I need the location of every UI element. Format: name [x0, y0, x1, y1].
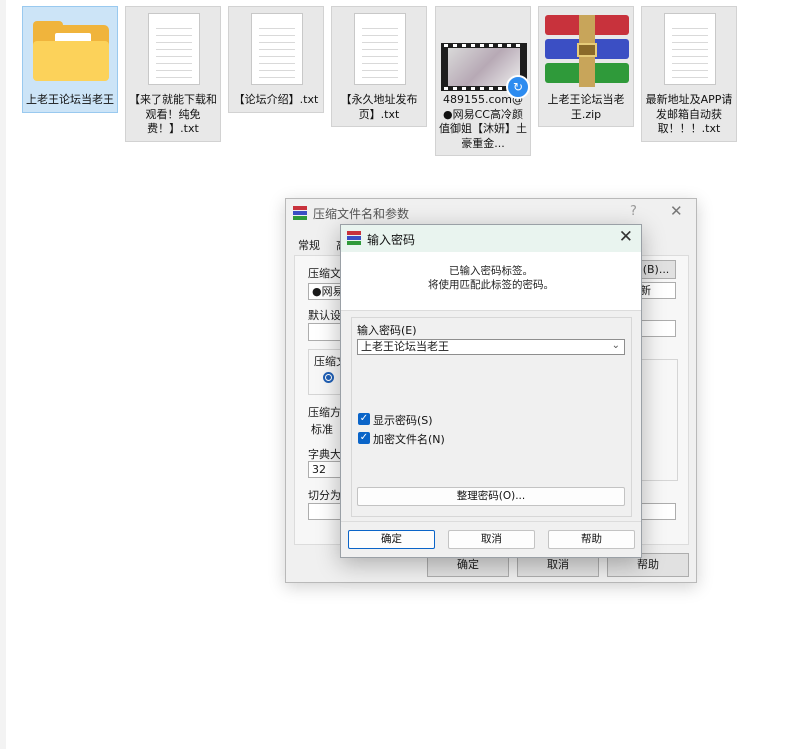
file-name: 上老王论坛当老王.zip — [547, 93, 625, 121]
split-volumes-label: 切分为 — [308, 489, 341, 502]
browse-button[interactable]: (B)... — [636, 260, 676, 279]
file-tile-folder[interactable]: 上老王论坛当老王 — [22, 6, 118, 113]
info-line-2: 将使用匹配此标签的密码。 — [428, 279, 554, 291]
refresh-badge-icon: ↻ — [506, 75, 530, 99]
chevron-down-icon[interactable]: ⌄ — [612, 339, 620, 353]
info-line-1: 已输入密码标签。 — [449, 265, 533, 277]
ok-button[interactable]: 确定 — [348, 530, 435, 549]
enter-password-dialog: 输入密码 ✕ 已输入密码标签。 将使用匹配此标签的密码。 输入密码(E) 上老王… — [340, 224, 642, 558]
close-icon[interactable]: ✕ — [670, 202, 683, 220]
separator — [341, 521, 641, 522]
file-tile-txt-intro[interactable]: 【论坛介绍】.txt — [228, 6, 324, 113]
password-combobox[interactable]: 上老王论坛当老王 ⌄ — [357, 339, 625, 355]
right-field[interactable] — [636, 503, 676, 520]
cancel-button[interactable]: 取消 — [448, 530, 535, 549]
file-name: 最新地址及APP请发邮箱自动获取！！！.txt — [645, 93, 733, 135]
update-mode-select[interactable]: 新 — [636, 282, 676, 299]
password-label: 输入密码(E) — [357, 324, 417, 337]
close-icon[interactable]: ✕ — [619, 227, 633, 247]
window-left-edge — [0, 0, 6, 749]
format-radio[interactable] — [323, 372, 334, 383]
encrypt-filenames-label[interactable]: 加密文件名(N) — [373, 431, 445, 447]
default-profile-label: 默认设 — [308, 309, 341, 322]
file-name: 【永久地址发布页】.txt — [340, 93, 418, 121]
help-button[interactable]: 帮助 — [548, 530, 635, 549]
options-select[interactable] — [636, 320, 676, 337]
file-name: 【论坛介绍】.txt — [233, 93, 319, 106]
winrar-app-icon — [293, 206, 307, 220]
dictionary-label: 字典大 — [308, 448, 341, 461]
winrar-archive-icon — [545, 15, 629, 87]
archive-dialog-title: 压缩文件名和参数 — [313, 207, 410, 221]
file-tile-zip[interactable]: 上老王论坛当老王.zip — [538, 6, 634, 127]
method-value[interactable]: 标准 — [311, 421, 333, 437]
method-label: 压缩方 — [308, 406, 341, 419]
password-value: 上老王论坛当老王 — [361, 340, 449, 353]
tab-general[interactable]: 常规 — [298, 237, 320, 253]
file-tile-txt-download[interactable]: 【来了就能下载和观看！纯免费！】.txt — [125, 6, 221, 142]
archive-dialog-titlebar: 压缩文件名和参数 ? ✕ — [286, 199, 696, 227]
password-dialog-title: 输入密码 — [367, 233, 416, 247]
file-tile-txt-address[interactable]: 【永久地址发布页】.txt — [331, 6, 427, 127]
text-document-icon — [664, 13, 716, 85]
text-document-icon — [354, 13, 406, 85]
file-tile-txt-newaddress[interactable]: 最新地址及APP请发邮箱自动获取！！！.txt — [641, 6, 737, 142]
text-document-icon — [148, 13, 200, 85]
text-document-icon — [251, 13, 303, 85]
show-password-label[interactable]: 显示密码(S) — [373, 412, 433, 428]
info-area: 已输入密码标签。 将使用匹配此标签的密码。 — [341, 252, 641, 311]
file-tile-video[interactable]: ↻ 489155.com@●网易CC高冷颜值御姐【沐妍】土豪重金... — [435, 6, 531, 156]
file-name: 上老王论坛当老王 — [26, 93, 114, 106]
file-name: 489155.com@●网易CC高冷颜值御姐【沐妍】土豪重金... — [439, 93, 527, 150]
encrypt-filenames-checkbox[interactable]: ✓ — [358, 432, 370, 444]
folder-icon — [33, 21, 109, 81]
password-dialog-titlebar: 输入密码 ✕ — [341, 225, 641, 253]
archive-name-label: 压缩文 — [308, 267, 341, 280]
file-name: 【来了就能下载和观看！纯免费！】.txt — [129, 93, 217, 135]
winrar-app-icon — [347, 231, 361, 245]
archiving-options-box — [636, 359, 678, 481]
show-password-checkbox[interactable]: ✓ — [358, 413, 370, 425]
organize-passwords-button[interactable]: 整理密码(O)... — [357, 487, 625, 506]
help-question-icon[interactable]: ? — [630, 204, 637, 219]
